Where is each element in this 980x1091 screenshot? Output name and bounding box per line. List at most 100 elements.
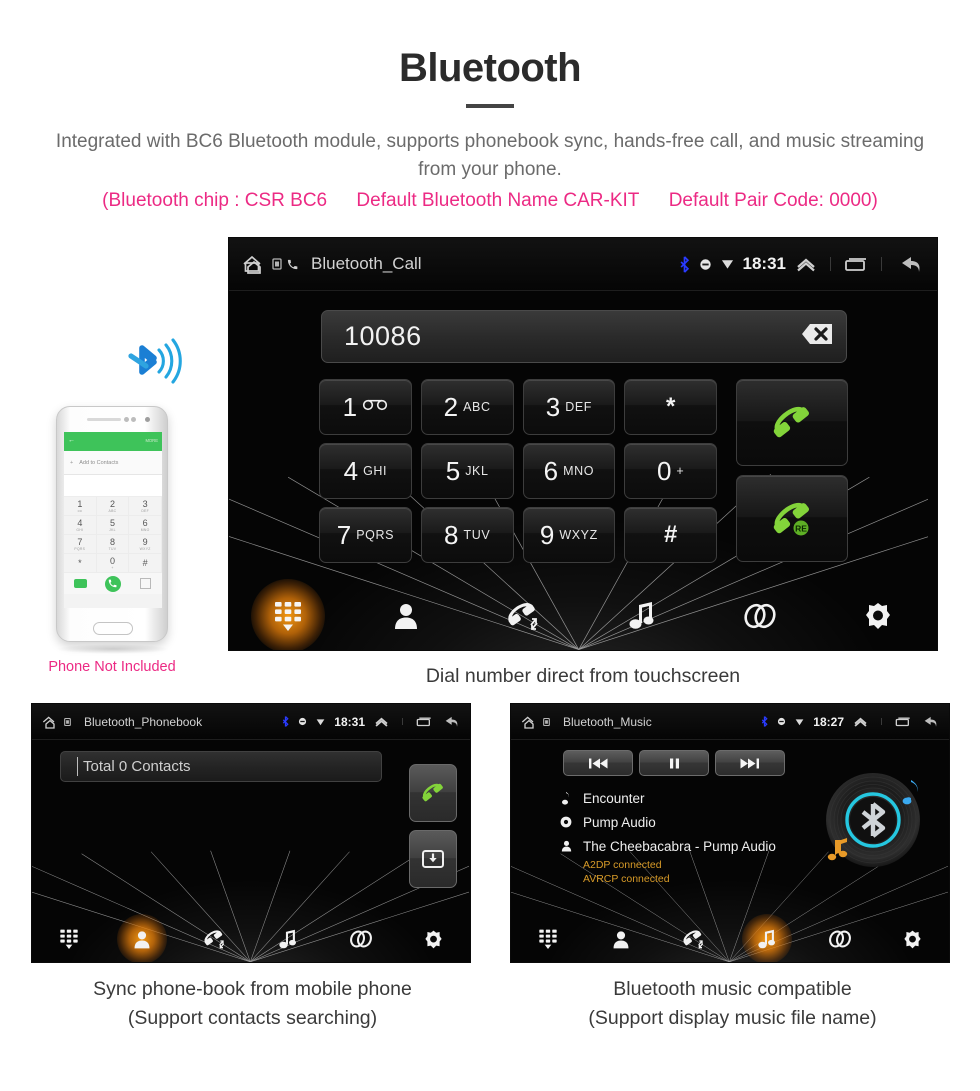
- bluetooth-icon: [283, 716, 289, 727]
- redial-button[interactable]: RE: [736, 475, 848, 562]
- key-0[interactable]: 0 +: [624, 443, 717, 499]
- key-5[interactable]: 5 JKL: [420, 443, 514, 499]
- nav-contacts[interactable]: [347, 582, 465, 650]
- phone-not-included-note: Phone Not Included: [48, 659, 176, 675]
- status-divider: [830, 257, 831, 271]
- recents-icon[interactable]: [844, 256, 868, 272]
- wifi-icon: [721, 260, 733, 269]
- artist-row: The Cheebacabra - Pump Audio: [559, 834, 829, 858]
- nav-link[interactable]: [324, 916, 397, 962]
- page-subtitle: Integrated with BC6 Bluetooth module, su…: [55, 131, 925, 180]
- call-log-icon: [683, 930, 703, 949]
- dialpad-grid: 1 2ABC 3DEF * 4GHI 5JKL 6MNO 0+ 7P: [319, 379, 717, 563]
- phone-number-display: [64, 475, 162, 497]
- phonebook-status-bar: Bluetooth_Phonebook 18:31: [32, 704, 470, 740]
- phonebook-nav-bar: [32, 916, 470, 962]
- prev-track-button[interactable]: [563, 750, 633, 776]
- back-icon[interactable]: [895, 253, 925, 275]
- home-icon[interactable]: [41, 714, 59, 730]
- recents-icon[interactable]: [416, 716, 432, 727]
- phone-front-camera: [145, 417, 150, 422]
- status-bar-right: 18:31: [282, 714, 461, 729]
- key-2[interactable]: 2 ABC: [420, 379, 514, 435]
- artist-icon: [559, 840, 573, 852]
- bluetooth-icon: [762, 716, 768, 727]
- album-title: Pump Audio: [583, 814, 656, 830]
- expand-icon[interactable]: [853, 716, 868, 727]
- call-button[interactable]: [409, 764, 457, 822]
- music-nav-bar: [511, 916, 949, 962]
- phone-key: 8 TUV: [96, 535, 130, 554]
- key-star[interactable]: *: [624, 379, 717, 435]
- back-icon[interactable]: [441, 714, 461, 729]
- nav-dialpad[interactable]: [229, 582, 347, 650]
- key-hash[interactable]: #: [624, 507, 717, 563]
- sdcard-icon: [543, 717, 550, 726]
- home-icon[interactable]: [241, 252, 267, 276]
- nav-music[interactable]: [251, 916, 324, 962]
- contacts-icon: [613, 930, 628, 948]
- spec-line: (Bluetooth chip : CSR BC6 Default Blueto…: [0, 190, 980, 212]
- dialpad-icon: [275, 602, 301, 631]
- dialer-status-bar: Bluetooth_Call 18:31: [229, 238, 937, 291]
- phone-action-bar: [64, 573, 162, 594]
- phone-key: #: [129, 554, 162, 573]
- call-actions: RE: [736, 379, 848, 562]
- status-bar-right: 18:27: [761, 714, 940, 729]
- svg-text:RE: RE: [795, 523, 807, 533]
- key-4[interactable]: 4 GHI: [319, 443, 412, 499]
- nav-link[interactable]: [701, 582, 819, 650]
- screen-title: Bluetooth_Music: [563, 714, 652, 729]
- bluetooth-phonebook-screen: Bluetooth_Phonebook 18:31 Total 0 Contac…: [31, 703, 471, 963]
- a2dp-status: A2DP connected: [583, 859, 662, 871]
- wifi-icon: [316, 718, 325, 725]
- status-clock: 18:27: [813, 714, 844, 729]
- phone-keypad: 1 oo 2 ABC 3 DEF 4 GHI 5 JKL 6 MNO 7 PQRS 8 TUV …: [64, 497, 162, 573]
- nav-music[interactable]: [730, 916, 803, 962]
- nav-dialpad[interactable]: [32, 916, 105, 962]
- call-button[interactable]: [736, 379, 848, 466]
- spec-chip: (Bluetooth chip : CSR BC6: [102, 190, 328, 211]
- nav-settings[interactable]: [819, 582, 937, 650]
- next-track-button[interactable]: [715, 750, 785, 776]
- download-contacts-button[interactable]: [409, 830, 457, 888]
- nav-contacts[interactable]: [584, 916, 657, 962]
- nav-link[interactable]: [803, 916, 876, 962]
- status-divider: [881, 718, 882, 725]
- call-log-icon: [508, 603, 538, 630]
- nav-settings[interactable]: [397, 916, 470, 962]
- phone-icon: [287, 259, 298, 269]
- phone-video-call-icon: [73, 579, 87, 588]
- home-icon[interactable]: [520, 714, 538, 730]
- music-caption-line1: Bluetooth music compatible: [613, 978, 852, 1000]
- music-note-icon: [278, 929, 296, 948]
- nav-music[interactable]: [583, 582, 701, 650]
- key-6[interactable]: 6 MNO: [522, 443, 616, 499]
- music-note-icon: [629, 602, 654, 629]
- nav-dialpad[interactable]: [511, 916, 584, 962]
- nav-call-log[interactable]: [657, 916, 730, 962]
- phone-sensor-dot: [124, 417, 129, 422]
- pause-button[interactable]: [639, 750, 709, 776]
- key-9[interactable]: 9 WXYZ: [522, 507, 616, 563]
- nav-settings[interactable]: [876, 916, 949, 962]
- key-3[interactable]: 3 DEF: [522, 379, 616, 435]
- bluetooth-music-screen: Bluetooth_Music 18:27 Encounter Pump Aud…: [510, 703, 950, 963]
- phone-keypad-toggle-icon: [140, 578, 152, 589]
- nav-call-log[interactable]: [178, 916, 251, 962]
- phone-number-input[interactable]: 10086: [321, 310, 847, 363]
- phonebook-side-actions: [409, 764, 457, 888]
- contacts-search-input[interactable]: Total 0 Contacts: [60, 751, 382, 782]
- key-1[interactable]: 1: [319, 379, 412, 435]
- status-clock: 18:31: [334, 714, 365, 729]
- previous-icon: [589, 758, 608, 768]
- recents-icon[interactable]: [895, 716, 911, 727]
- expand-icon[interactable]: [795, 256, 817, 272]
- backspace-icon[interactable]: [788, 319, 834, 354]
- nav-contacts[interactable]: [105, 916, 178, 962]
- key-8[interactable]: 8 TUV: [420, 507, 514, 563]
- expand-icon[interactable]: [374, 716, 389, 727]
- back-icon[interactable]: [920, 714, 940, 729]
- nav-call-log[interactable]: [465, 582, 583, 650]
- key-7[interactable]: 7 PQRS: [319, 507, 412, 563]
